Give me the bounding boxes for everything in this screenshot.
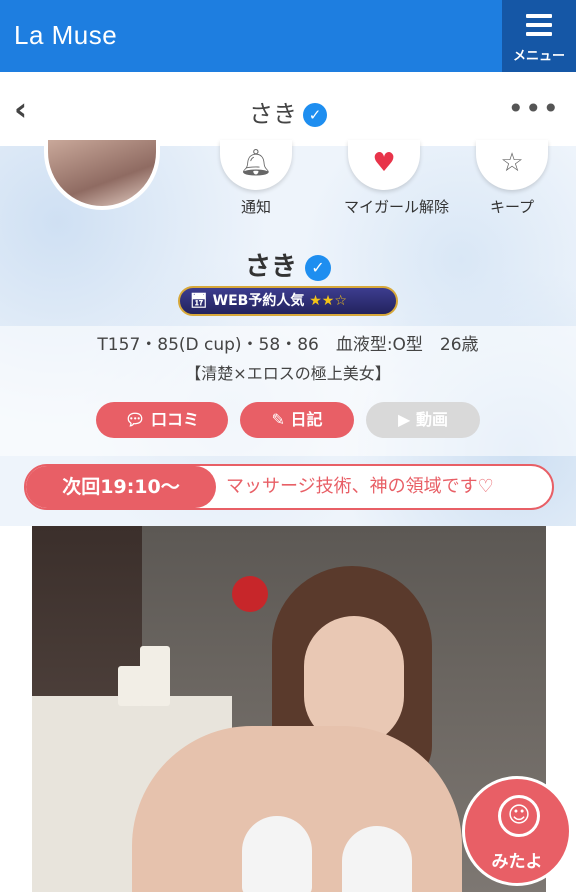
calendar-icon: 📅︎: [190, 293, 208, 309]
rating-stars: ★★☆: [309, 293, 347, 309]
catchphrase: 【清楚×エロスの極上美女】: [185, 364, 391, 383]
more-options-icon[interactable]: •••: [507, 92, 560, 125]
menu-button[interactable]: メニュー: [502, 0, 576, 72]
brand-logo[interactable]: La Muse: [14, 20, 117, 51]
verified-check-icon: ✓: [305, 255, 331, 281]
video-camera-icon: ▶: [398, 410, 411, 429]
avatar[interactable]: [44, 140, 160, 210]
speech-bubble-icon: 💬︎: [125, 410, 146, 429]
menu-label: メニュー: [512, 49, 565, 64]
page-title: さき ✓: [0, 94, 576, 129]
reviews-label: 口コミ: [150, 410, 199, 429]
next-time-label: 次回19:10〜: [26, 466, 216, 508]
web-reservation-badge: 📅︎ WEB予約人気 ★★☆: [178, 286, 398, 316]
keep-label: キープ: [489, 198, 535, 216]
mitayo-button[interactable]: ☺ みたよ: [462, 776, 572, 886]
notify-label: 通知: [240, 198, 271, 216]
keep-action[interactable]: ☆ キープ: [472, 140, 552, 217]
video-button[interactable]: ▶ 動画: [366, 402, 480, 438]
smile-icon: ☺: [498, 795, 540, 837]
reviews-button[interactable]: 💬︎ 口コミ: [96, 402, 228, 438]
star-icon: ☆: [476, 140, 548, 190]
heart-icon: ♥: [348, 140, 420, 190]
cast-name: さき ✓: [0, 246, 576, 283]
next-available-banner[interactable]: 次回19:10〜 マッサージ技術、神の領域です♡: [24, 464, 554, 510]
diary-label: 日記: [290, 410, 323, 429]
video-label: 動画: [415, 410, 448, 429]
notify-action[interactable]: 🔔︎ 通知: [216, 140, 296, 217]
profile-nav-bar: ‹ さき ✓ •••: [0, 72, 576, 146]
verified-check-icon: ✓: [303, 103, 327, 127]
mygirl-label: マイガール解除: [344, 198, 450, 216]
photo-candle: [140, 646, 170, 706]
mygirl-action[interactable]: ♥ マイガール解除: [344, 140, 450, 217]
top-header: La Muse メニュー: [0, 0, 576, 72]
hamburger-icon: [526, 14, 552, 41]
photo-subject: [132, 566, 462, 892]
bell-icon: 🔔︎: [220, 140, 292, 190]
mitayo-label: みたよ: [491, 852, 543, 872]
cast-name-text: さき: [244, 252, 297, 282]
photo-top-left: [242, 816, 312, 892]
next-time-message: マッサージ技術、神の領域です♡: [226, 476, 494, 497]
badge-text: WEB予約人気: [212, 293, 305, 309]
photo-top-right: [342, 826, 412, 892]
page-title-text: さき: [249, 100, 297, 128]
diary-button[interactable]: ✎ 日記: [240, 402, 354, 438]
edit-icon: ✎: [271, 410, 285, 429]
profile-stats: T157・85(D cup)・58・86 血液型:O型 26歳: [97, 335, 479, 355]
